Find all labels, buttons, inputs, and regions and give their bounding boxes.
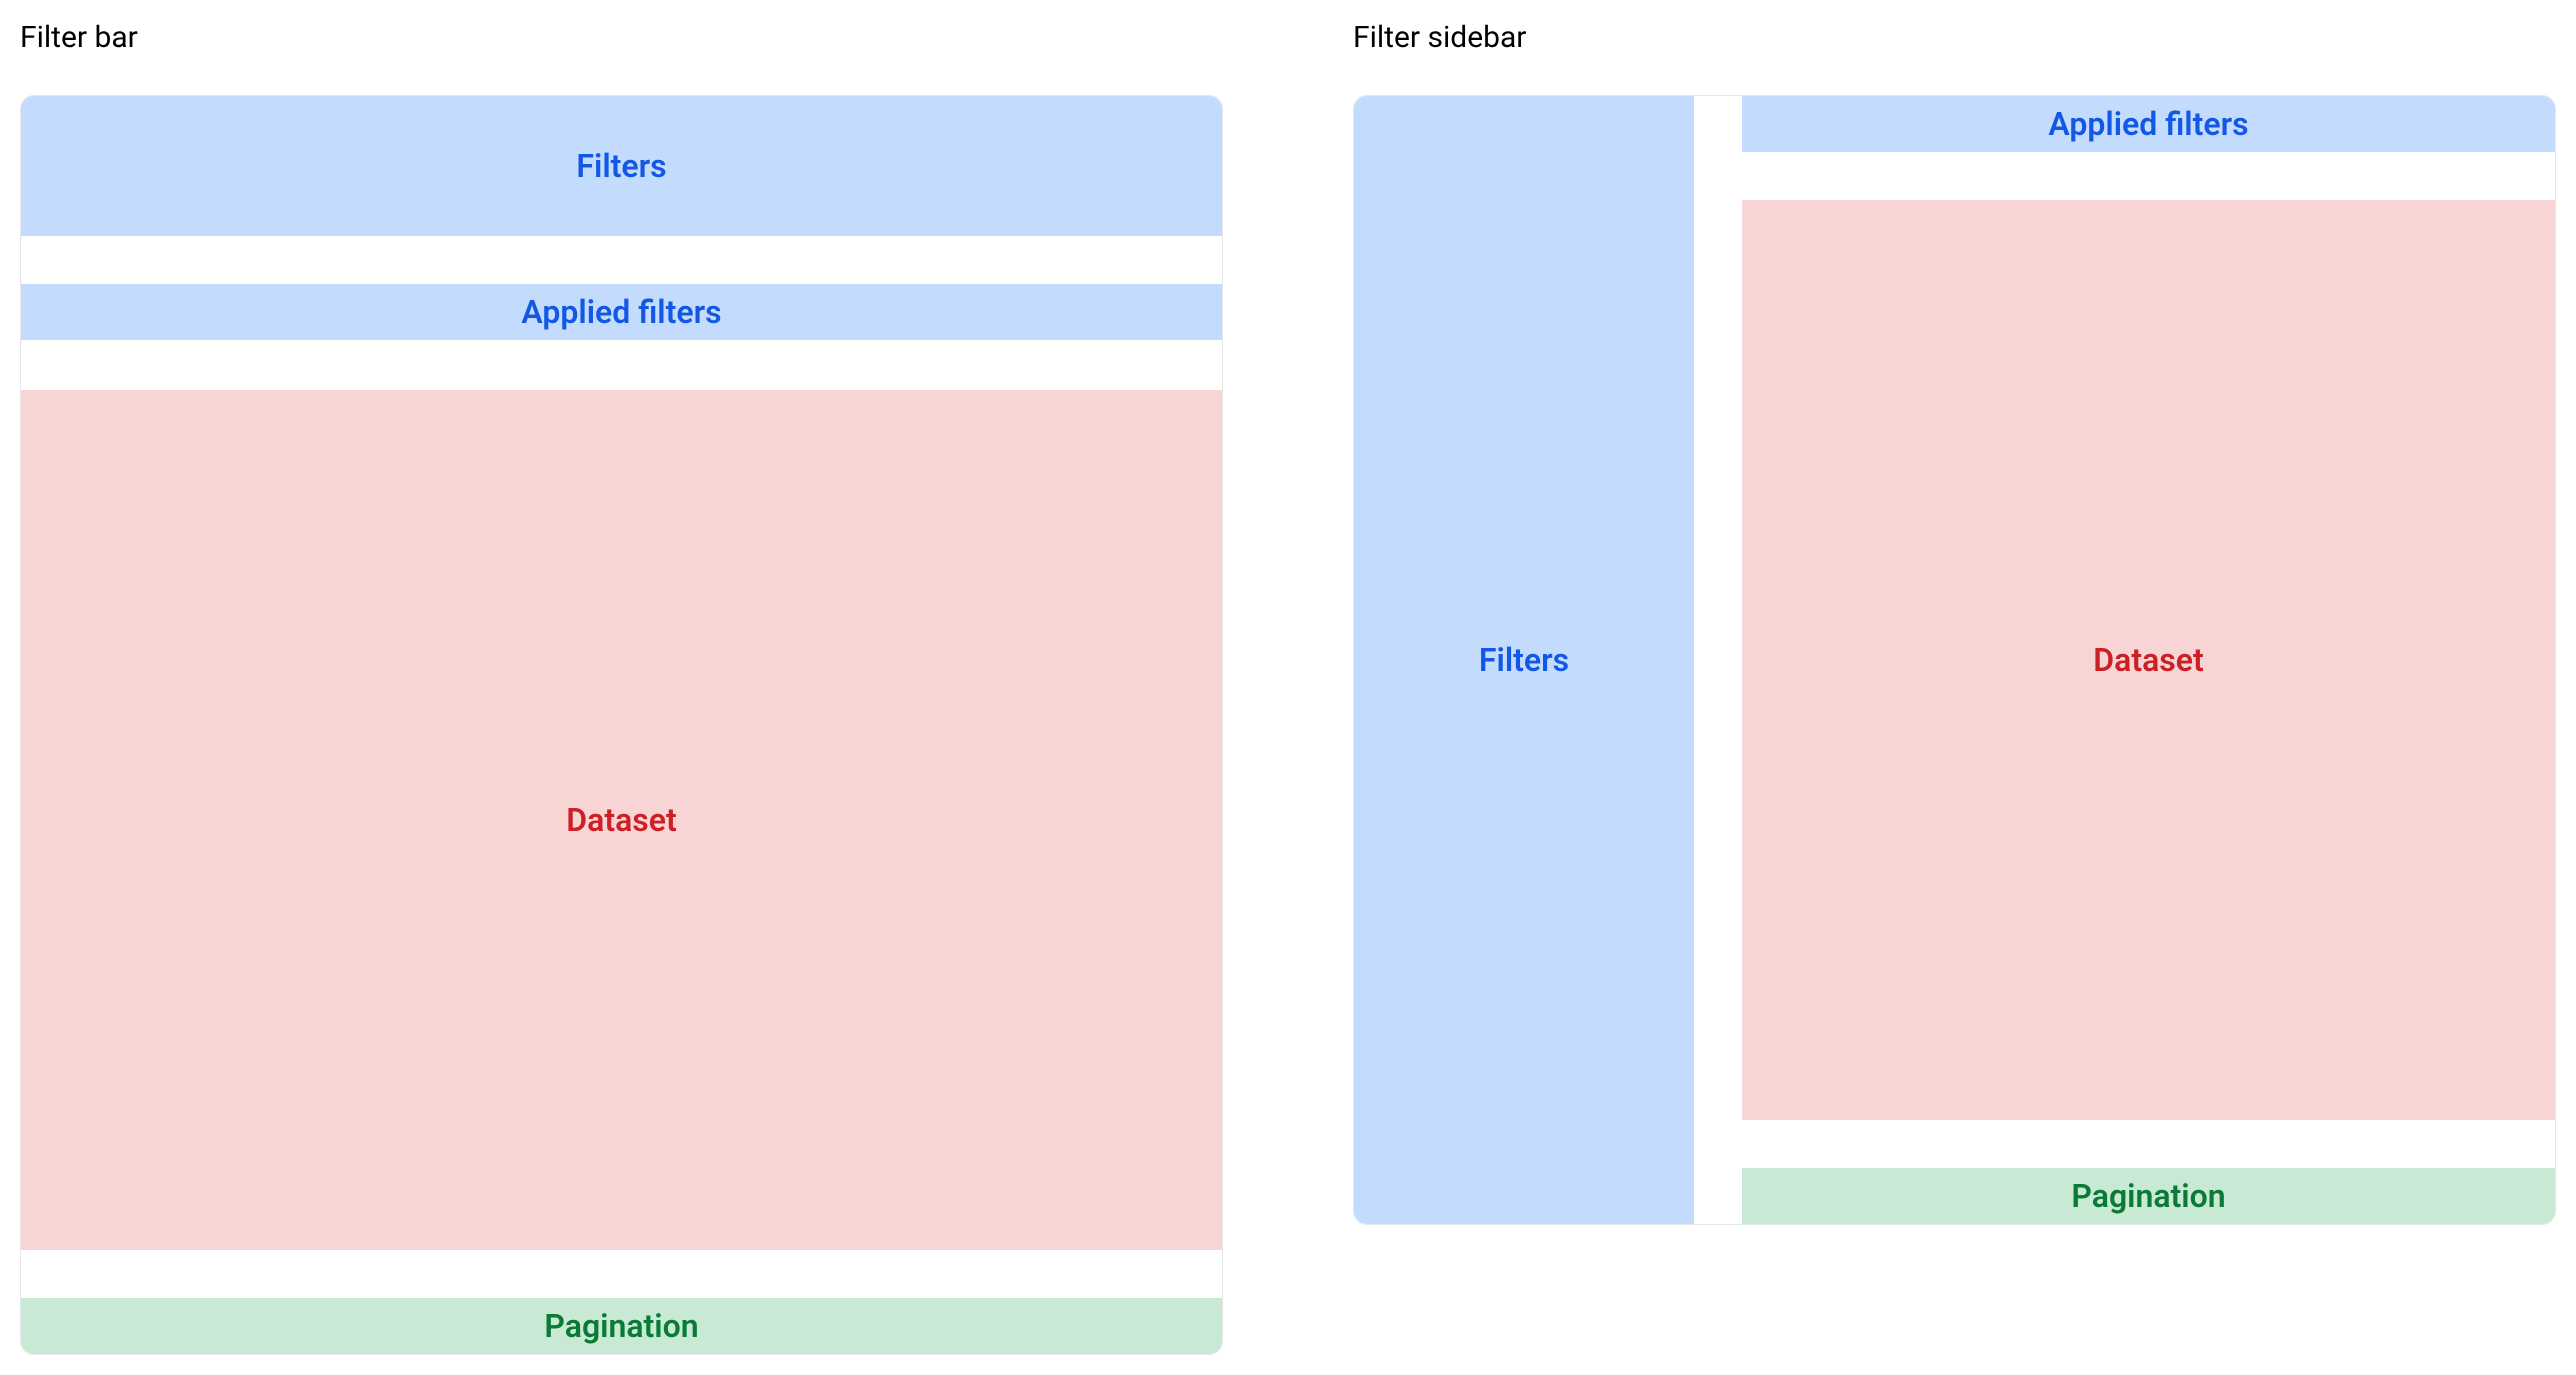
dataset-label: Dataset [2093,641,2203,679]
filters-label: Filters [1479,641,1569,679]
pagination-label: Pagination [2071,1177,2225,1215]
filters-region: Filters [21,96,1222,236]
spacer [1694,96,1742,1224]
pagination-region: Pagination [1742,1168,2555,1224]
spacer [21,236,1222,284]
spacer [21,1250,1222,1298]
filter-sidebar-section: Filter sidebar Filters Applied filters D… [1353,20,2556,1355]
right-column: Applied filters Dataset Pagination [1742,96,2555,1224]
filters-region: Filters [1354,96,1694,1224]
pagination-label: Pagination [544,1307,698,1345]
applied-filters-region: Applied filters [21,284,1222,340]
dataset-region: Dataset [1742,200,2555,1120]
filter-sidebar-title: Filter sidebar [1353,20,2556,55]
applied-filters-label: Applied filters [2048,105,2248,143]
filter-sidebar-layout: Filters Applied filters Dataset Paginati… [1353,95,2556,1225]
spacer [1742,1120,2555,1168]
applied-filters-region: Applied filters [1742,96,2555,152]
filter-bar-title: Filter bar [20,20,1223,55]
spacer [1742,152,2555,200]
pagination-region: Pagination [21,1298,1222,1354]
filter-bar-layout: Filters Applied filters Dataset Paginati… [20,95,1223,1355]
filter-bar-section: Filter bar Filters Applied filters Datas… [20,20,1223,1355]
spacer [21,340,1222,390]
applied-filters-label: Applied filters [521,293,721,331]
dataset-label: Dataset [566,801,676,839]
dataset-region: Dataset [21,390,1222,1250]
diagram-container: Filter bar Filters Applied filters Datas… [20,20,2556,1355]
filters-label: Filters [576,147,666,185]
